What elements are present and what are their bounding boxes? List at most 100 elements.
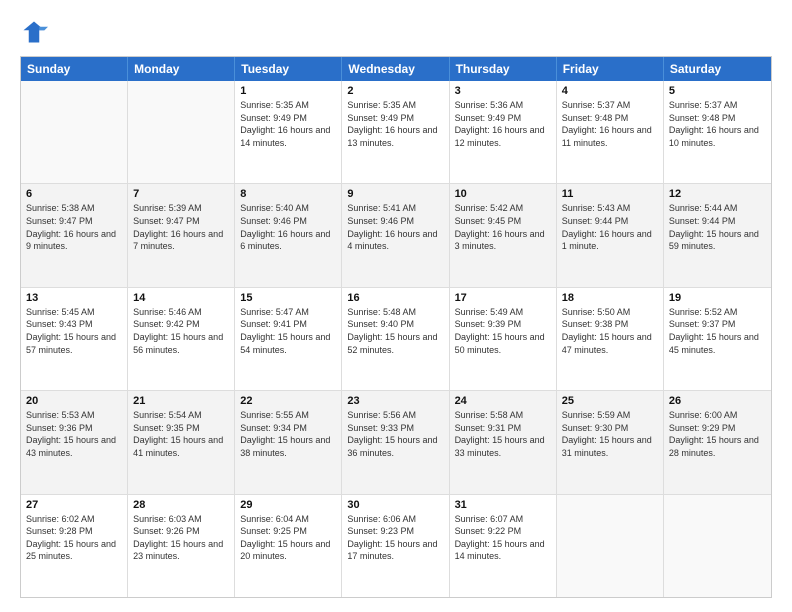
calendar-row: 20 Sunrise: 5:53 AM Sunset: 9:36 PM Dayli… [21, 391, 771, 494]
cell-info: Sunrise: 6:02 AM Sunset: 9:28 PM Dayligh… [26, 513, 122, 563]
calendar-cell: 10Sunrise: 5:42 AM Sunset: 9:45 PM Dayli… [450, 184, 557, 286]
calendar: SundayMondayTuesdayWednesdayThursdayFrid… [20, 56, 772, 598]
logo-icon [20, 18, 48, 46]
cell-info: Sunrise: 5:59 AM Sunset: 9:30 PM Dayligh… [562, 409, 658, 459]
day-number: 17 [455, 292, 551, 304]
calendar-row: 13Sunrise: 5:45 AM Sunset: 9:43 PM Dayli… [21, 288, 771, 391]
cell-info: Sunrise: 5:35 AM Sunset: 9:49 PM Dayligh… [347, 99, 443, 149]
day-number: 20 [26, 395, 122, 407]
calendar-cell: 15 Sunrise: 5:47 AM Sunset: 9:41 PM Dayli… [235, 288, 342, 390]
day-number: 10 [455, 188, 551, 200]
cell-info: Sunrise: 5:53 AM Sunset: 9:36 PM Dayligh… [26, 409, 122, 459]
calendar-cell [664, 495, 771, 597]
calendar-cell: 2 Sunrise: 5:35 AM Sunset: 9:49 PM Daylig… [342, 81, 449, 183]
day-number: 4 [562, 85, 658, 97]
day-number: 7 [133, 188, 229, 200]
weekday-header: Friday [557, 57, 664, 81]
cell-info: Sunrise: 6:06 AM Sunset: 9:23 PM Dayligh… [347, 513, 443, 563]
page: SundayMondayTuesdayWednesdayThursdayFrid… [0, 0, 792, 612]
cell-info: Sunrise: 5:39 AM Sunset: 9:47 PM Dayligh… [133, 202, 229, 252]
cell-info: Sunrise: 5:56 AM Sunset: 9:33 PM Dayligh… [347, 409, 443, 459]
cell-info: Sunrise: 5:43 AM Sunset: 9:44 PM Dayligh… [562, 202, 658, 252]
day-number: 28 [133, 499, 229, 511]
day-number: 25 [562, 395, 658, 407]
cell-info: Sunrise: 5:38 AM Sunset: 9:47 PM Dayligh… [26, 202, 122, 252]
cell-info: Sunrise: 5:49 AM Sunset: 9:39 PM Dayligh… [455, 306, 551, 356]
day-number: 5 [669, 85, 766, 97]
weekday-header: Saturday [664, 57, 771, 81]
cell-info: Sunrise: 5:54 AM Sunset: 9:35 PM Dayligh… [133, 409, 229, 459]
cell-info: Sunrise: 5:48 AM Sunset: 9:40 PM Dayligh… [347, 306, 443, 356]
calendar-cell: 19 Sunrise: 5:52 AM Sunset: 9:37 PM Dayli… [664, 288, 771, 390]
calendar-cell: 18Sunrise: 5:50 AM Sunset: 9:38 PM Dayli… [557, 288, 664, 390]
cell-info: Sunrise: 5:44 AM Sunset: 9:44 PM Dayligh… [669, 202, 766, 252]
calendar-cell: 12Sunrise: 5:44 AM Sunset: 9:44 PM Dayli… [664, 184, 771, 286]
day-number: 19 [669, 292, 766, 304]
cell-info: Sunrise: 5:55 AM Sunset: 9:34 PM Dayligh… [240, 409, 336, 459]
day-number: 23 [347, 395, 443, 407]
calendar-cell: 7 Sunrise: 5:39 AM Sunset: 9:47 PM Daylig… [128, 184, 235, 286]
cell-info: Sunrise: 5:52 AM Sunset: 9:37 PM Dayligh… [669, 306, 766, 356]
calendar-cell: 25 Sunrise: 5:59 AM Sunset: 9:30 PM Dayli… [557, 391, 664, 493]
day-number: 13 [26, 292, 122, 304]
calendar-cell [21, 81, 128, 183]
day-number: 24 [455, 395, 551, 407]
calendar-cell: 23 Sunrise: 5:56 AM Sunset: 9:33 PM Dayli… [342, 391, 449, 493]
day-number: 8 [240, 188, 336, 200]
calendar-cell [557, 495, 664, 597]
cell-info: Sunrise: 5:50 AM Sunset: 9:38 PM Dayligh… [562, 306, 658, 356]
weekday-header: Wednesday [342, 57, 449, 81]
calendar-cell: 21 Sunrise: 5:54 AM Sunset: 9:35 PM Dayli… [128, 391, 235, 493]
calendar-cell: 29 Sunrise: 6:04 AM Sunset: 9:25 PM Dayli… [235, 495, 342, 597]
cell-info: Sunrise: 5:37 AM Sunset: 9:48 PM Dayligh… [562, 99, 658, 149]
weekday-header: Tuesday [235, 57, 342, 81]
calendar-cell: 4 Sunrise: 5:37 AM Sunset: 9:48 PM Daylig… [557, 81, 664, 183]
calendar-cell: 27 Sunrise: 6:02 AM Sunset: 9:28 PM Dayli… [21, 495, 128, 597]
calendar-header: SundayMondayTuesdayWednesdayThursdayFrid… [21, 57, 771, 81]
day-number: 1 [240, 85, 336, 97]
day-number: 29 [240, 499, 336, 511]
header [20, 18, 772, 46]
calendar-cell: 3Sunrise: 5:36 AM Sunset: 9:49 PM Daylig… [450, 81, 557, 183]
calendar-row: 6 Sunrise: 5:38 AM Sunset: 9:47 PM Daylig… [21, 184, 771, 287]
day-number: 21 [133, 395, 229, 407]
day-number: 11 [562, 188, 658, 200]
calendar-body: 1 Sunrise: 5:35 AM Sunset: 9:49 PM Daylig… [21, 81, 771, 597]
calendar-cell: 1 Sunrise: 5:35 AM Sunset: 9:49 PM Daylig… [235, 81, 342, 183]
calendar-cell: 17 Sunrise: 5:49 AM Sunset: 9:39 PM Dayli… [450, 288, 557, 390]
calendar-cell: 30 Sunrise: 6:06 AM Sunset: 9:23 PM Dayli… [342, 495, 449, 597]
day-number: 2 [347, 85, 443, 97]
calendar-cell: 13Sunrise: 5:45 AM Sunset: 9:43 PM Dayli… [21, 288, 128, 390]
cell-info: Sunrise: 5:35 AM Sunset: 9:49 PM Dayligh… [240, 99, 336, 149]
day-number: 6 [26, 188, 122, 200]
cell-info: Sunrise: 6:00 AM Sunset: 9:29 PM Dayligh… [669, 409, 766, 459]
day-number: 15 [240, 292, 336, 304]
logo [20, 18, 52, 46]
cell-info: Sunrise: 5:46 AM Sunset: 9:42 PM Dayligh… [133, 306, 229, 356]
day-number: 14 [133, 292, 229, 304]
calendar-cell: 16 Sunrise: 5:48 AM Sunset: 9:40 PM Dayli… [342, 288, 449, 390]
calendar-row: 1 Sunrise: 5:35 AM Sunset: 9:49 PM Daylig… [21, 81, 771, 184]
cell-info: Sunrise: 6:04 AM Sunset: 9:25 PM Dayligh… [240, 513, 336, 563]
calendar-cell [128, 81, 235, 183]
cell-info: Sunrise: 5:36 AM Sunset: 9:49 PM Dayligh… [455, 99, 551, 149]
weekday-header: Thursday [450, 57, 557, 81]
day-number: 27 [26, 499, 122, 511]
cell-info: Sunrise: 5:41 AM Sunset: 9:46 PM Dayligh… [347, 202, 443, 252]
calendar-cell: 9Sunrise: 5:41 AM Sunset: 9:46 PM Daylig… [342, 184, 449, 286]
calendar-cell: 11 Sunrise: 5:43 AM Sunset: 9:44 PM Dayli… [557, 184, 664, 286]
cell-info: Sunrise: 5:47 AM Sunset: 9:41 PM Dayligh… [240, 306, 336, 356]
day-number: 26 [669, 395, 766, 407]
weekday-header: Sunday [21, 57, 128, 81]
calendar-cell: 24Sunrise: 5:58 AM Sunset: 9:31 PM Dayli… [450, 391, 557, 493]
calendar-cell: 20 Sunrise: 5:53 AM Sunset: 9:36 PM Dayli… [21, 391, 128, 493]
calendar-cell: 5Sunrise: 5:37 AM Sunset: 9:48 PM Daylig… [664, 81, 771, 183]
calendar-cell: 6 Sunrise: 5:38 AM Sunset: 9:47 PM Daylig… [21, 184, 128, 286]
cell-info: Sunrise: 5:40 AM Sunset: 9:46 PM Dayligh… [240, 202, 336, 252]
day-number: 30 [347, 499, 443, 511]
calendar-cell: 31 Sunrise: 6:07 AM Sunset: 9:22 PM Dayli… [450, 495, 557, 597]
calendar-cell: 22Sunrise: 5:55 AM Sunset: 9:34 PM Dayli… [235, 391, 342, 493]
day-number: 16 [347, 292, 443, 304]
day-number: 31 [455, 499, 551, 511]
cell-info: Sunrise: 6:07 AM Sunset: 9:22 PM Dayligh… [455, 513, 551, 563]
